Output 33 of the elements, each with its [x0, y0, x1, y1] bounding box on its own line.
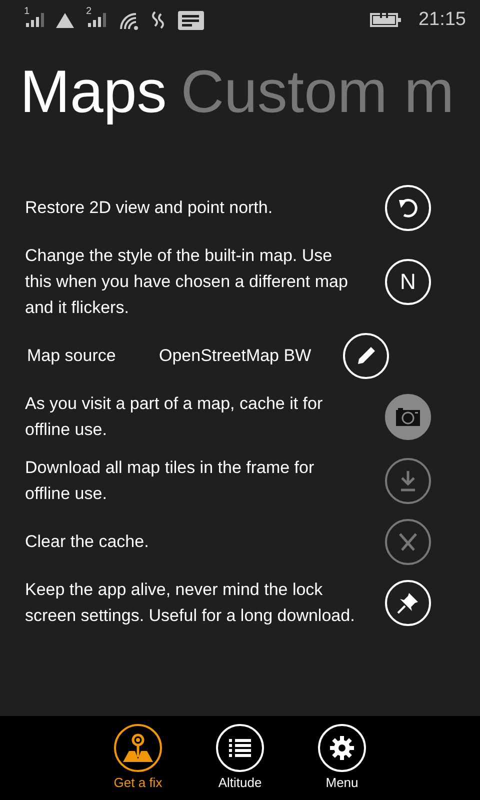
camera-icon	[396, 408, 420, 426]
setting-description: As you visit a part of a map, cache it for offline use.	[25, 393, 324, 441]
sim-number: 2	[86, 7, 92, 17]
download-icon	[398, 470, 418, 492]
pivot-header[interactable]: Maps	[20, 52, 167, 152]
battery-charging-icon	[370, 12, 402, 28]
signal-icon	[88, 13, 106, 27]
app-bar-button[interactable]: Altitude	[208, 724, 272, 800]
pin-icon	[397, 592, 419, 614]
pencil-icon	[355, 345, 377, 367]
app-bar-button[interactable]: Menu	[310, 724, 374, 800]
setting-description: Clear the cache.	[25, 531, 150, 553]
setting-description: Restore 2D view and point north.	[25, 197, 274, 219]
map-pin-icon	[123, 733, 153, 763]
edit-button[interactable]	[343, 333, 389, 379]
app-bar-button[interactable]: Get a fix	[106, 724, 170, 800]
clock-time: 21:15	[418, 9, 466, 31]
setting-button[interactable]: N	[385, 259, 431, 305]
triangle-icon	[56, 12, 74, 28]
list-icon	[229, 739, 251, 757]
pivot-header[interactable]: Custom m	[180, 52, 454, 152]
message-icon	[178, 10, 204, 30]
wifi-icon	[118, 10, 138, 30]
sim-number: 1	[24, 7, 30, 17]
setting-description: Change the style of the built-in map. Use this when you have chosen a different map and it flickers.	[25, 245, 349, 319]
setting-label: Map source	[26, 346, 117, 366]
setting-description: Keep the app alive, never mind the lock screen settings. Useful for a long download.	[25, 579, 356, 627]
setting-value: OpenStreetMap BW	[159, 346, 312, 366]
signal-icon	[26, 13, 44, 27]
setting-description: Download all map tiles in the frame for offline use.	[25, 457, 316, 505]
close-icon	[398, 532, 418, 552]
wave-icon	[150, 11, 166, 29]
undo-icon	[397, 197, 419, 219]
